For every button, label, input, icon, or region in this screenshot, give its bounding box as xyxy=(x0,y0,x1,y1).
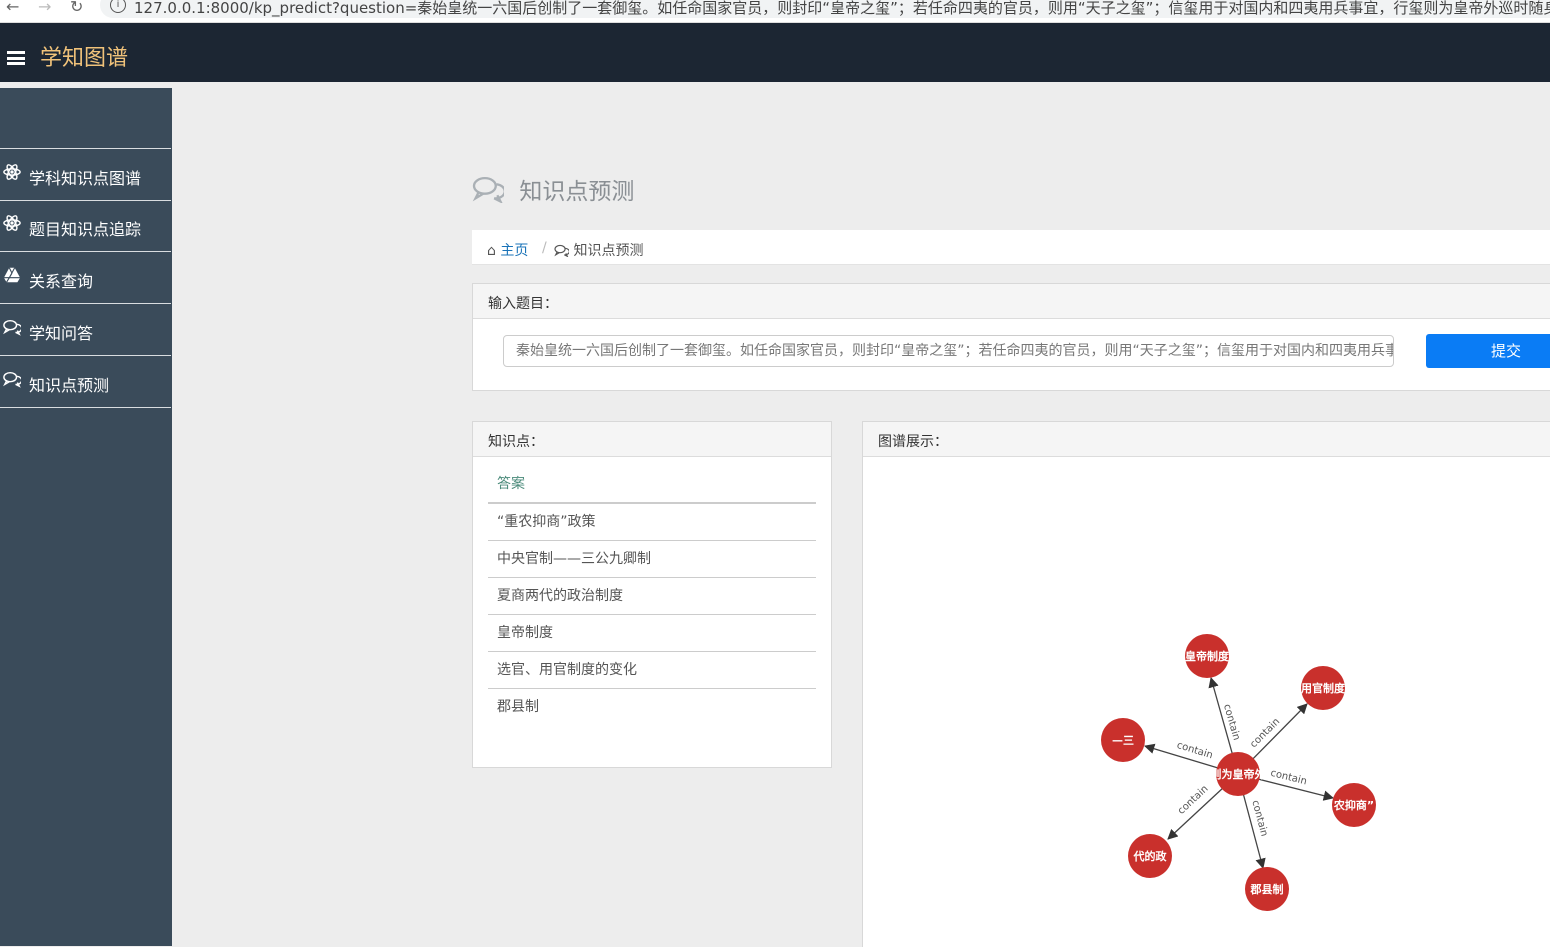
svg-text:代的政: 代的政 xyxy=(1133,849,1168,863)
breadcrumb-separator: / xyxy=(542,240,547,256)
edge-label: contain xyxy=(1176,783,1211,816)
question-input[interactable]: 秦始皇统一六国后创制了一套御玺。如任命国家官员，则封印“皇帝之玺”；若任命四夷的… xyxy=(503,335,1394,367)
reload-icon[interactable]: ↻ xyxy=(70,0,83,22)
list-item: 夏商两代的政治制度 xyxy=(488,578,816,615)
menu-toggle-icon[interactable] xyxy=(7,51,25,65)
panel-header: 输入题目： xyxy=(473,284,1550,319)
browser-toolbar: ← → ↻ i 127.0.0.1:8000/kp_predict?questi… xyxy=(0,0,1550,23)
sidebar-item-relation-query[interactable]: 关系查询 xyxy=(0,252,171,304)
graph-node[interactable]: 代的政 xyxy=(1128,834,1172,878)
graph-node[interactable]: 农抑商” xyxy=(1332,783,1376,827)
svg-text:郡县制: 郡县制 xyxy=(1250,882,1284,896)
knowledge-points-panel: 知识点： 答案 “重农抑商”政策 中央官制——三公九卿制 夏商两代的政治制度 皇… xyxy=(472,421,832,768)
chat-bubbles-icon xyxy=(3,319,21,336)
edge-label: contain xyxy=(1249,799,1269,838)
svg-text:则为皇帝外: 则为皇帝外 xyxy=(1211,767,1266,781)
svg-text:农抑商”: 农抑商” xyxy=(1333,798,1374,812)
home-icon: ⌂ xyxy=(487,243,496,259)
page-title-text: 知识点预测 xyxy=(519,179,635,205)
graph-node[interactable]: 皇帝制度 xyxy=(1185,634,1230,678)
sidebar-item-question-tracking[interactable]: 题目知识点追踪 xyxy=(0,200,171,252)
svg-text:皇帝制度: 皇帝制度 xyxy=(1185,649,1230,663)
graph-panel: 图谱展示： contain contain contain contain co… xyxy=(862,421,1550,947)
google-drive-icon xyxy=(3,267,21,283)
atom-icon xyxy=(3,215,21,231)
url-text: 127.0.0.1:8000/kp_predict?question=秦始皇统一… xyxy=(134,0,1550,17)
edge-label: contain xyxy=(1269,768,1308,788)
sidebar-item-label: 学知问答 xyxy=(29,324,94,343)
graph-node[interactable]: 郡县制 xyxy=(1245,867,1289,911)
graph-node-center[interactable]: 则为皇帝外 xyxy=(1211,752,1266,796)
breadcrumb: ⌂ 主页 / 知识点预测 xyxy=(472,230,1550,265)
page-title: 知识点预测 xyxy=(472,172,634,206)
sidebar-item-subject-graph[interactable]: 学科知识点图谱 xyxy=(0,148,171,201)
question-input-panel: 输入题目： 秦始皇统一六国后创制了一套御玺。如任命国家官员，则封印“皇帝之玺”；… xyxy=(472,283,1550,391)
list-item: 选官、用官制度的变化 xyxy=(488,652,816,689)
breadcrumb-home-label: 主页 xyxy=(500,243,529,259)
sidebar-item-label: 知识点预测 xyxy=(29,376,110,395)
panel-header-label: 输入题目： xyxy=(488,296,558,312)
edge-label: contain xyxy=(1248,716,1282,750)
knowledge-graph[interactable]: contain contain contain contain contain … xyxy=(863,457,1550,947)
chat-bubbles-icon xyxy=(554,244,570,258)
panel-header: 知识点： xyxy=(473,422,831,457)
sidebar-item-label: 学科知识点图谱 xyxy=(29,169,142,188)
top-navbar: 学知图谱 xyxy=(0,23,1550,82)
breadcrumb-current: 知识点预测 xyxy=(554,240,643,260)
sidebar-item-label: 关系查询 xyxy=(29,272,94,291)
sidebar-item-kp-predict[interactable]: 知识点预测 xyxy=(0,356,171,408)
list-item: 郡县制 xyxy=(497,699,539,715)
table-header: 答案 xyxy=(488,466,816,504)
atom-icon xyxy=(3,164,21,180)
info-icon[interactable]: i xyxy=(110,0,126,13)
list-item: “重农抑商”政策 xyxy=(488,504,816,541)
svg-text:用官制度: 用官制度 xyxy=(1301,681,1346,695)
breadcrumb-current-label: 知识点预测 xyxy=(573,243,644,259)
panel-header: 图谱展示： xyxy=(863,422,1550,457)
knowledge-points-table: 答案 “重农抑商”政策 中央官制——三公九卿制 夏商两代的政治制度 皇帝制度 选… xyxy=(488,466,816,725)
list-item: 中央官制——三公九卿制 xyxy=(488,541,816,578)
list-item: 皇帝制度 xyxy=(488,615,816,652)
panel-header-label: 图谱展示： xyxy=(878,434,948,450)
chat-bubbles-icon xyxy=(472,176,504,203)
brand-title[interactable]: 学知图谱 xyxy=(40,40,128,72)
sidebar-item-qa[interactable]: 学知问答 xyxy=(0,304,171,356)
edge-label: contain xyxy=(1175,740,1214,761)
panel-header-label: 知识点： xyxy=(488,434,544,450)
back-arrow-icon[interactable]: ← xyxy=(6,0,19,22)
sidebar: 学科知识点图谱 题目知识点追踪 关系查询 学知问答 知识点预测 xyxy=(0,88,172,946)
forward-arrow-icon[interactable]: → xyxy=(38,0,51,22)
chat-bubbles-icon xyxy=(3,371,21,388)
breadcrumb-home[interactable]: ⌂ 主页 xyxy=(487,240,528,260)
svg-text:—三: —三 xyxy=(1112,734,1134,747)
submit-button[interactable]: 提交 xyxy=(1426,334,1550,368)
graph-node[interactable]: 用官制度 xyxy=(1301,666,1346,710)
address-bar[interactable]: i 127.0.0.1:8000/kp_predict?question=秦始皇… xyxy=(100,0,1550,18)
sidebar-item-label: 题目知识点追踪 xyxy=(29,220,142,239)
graph-node[interactable]: —三 xyxy=(1101,718,1145,762)
